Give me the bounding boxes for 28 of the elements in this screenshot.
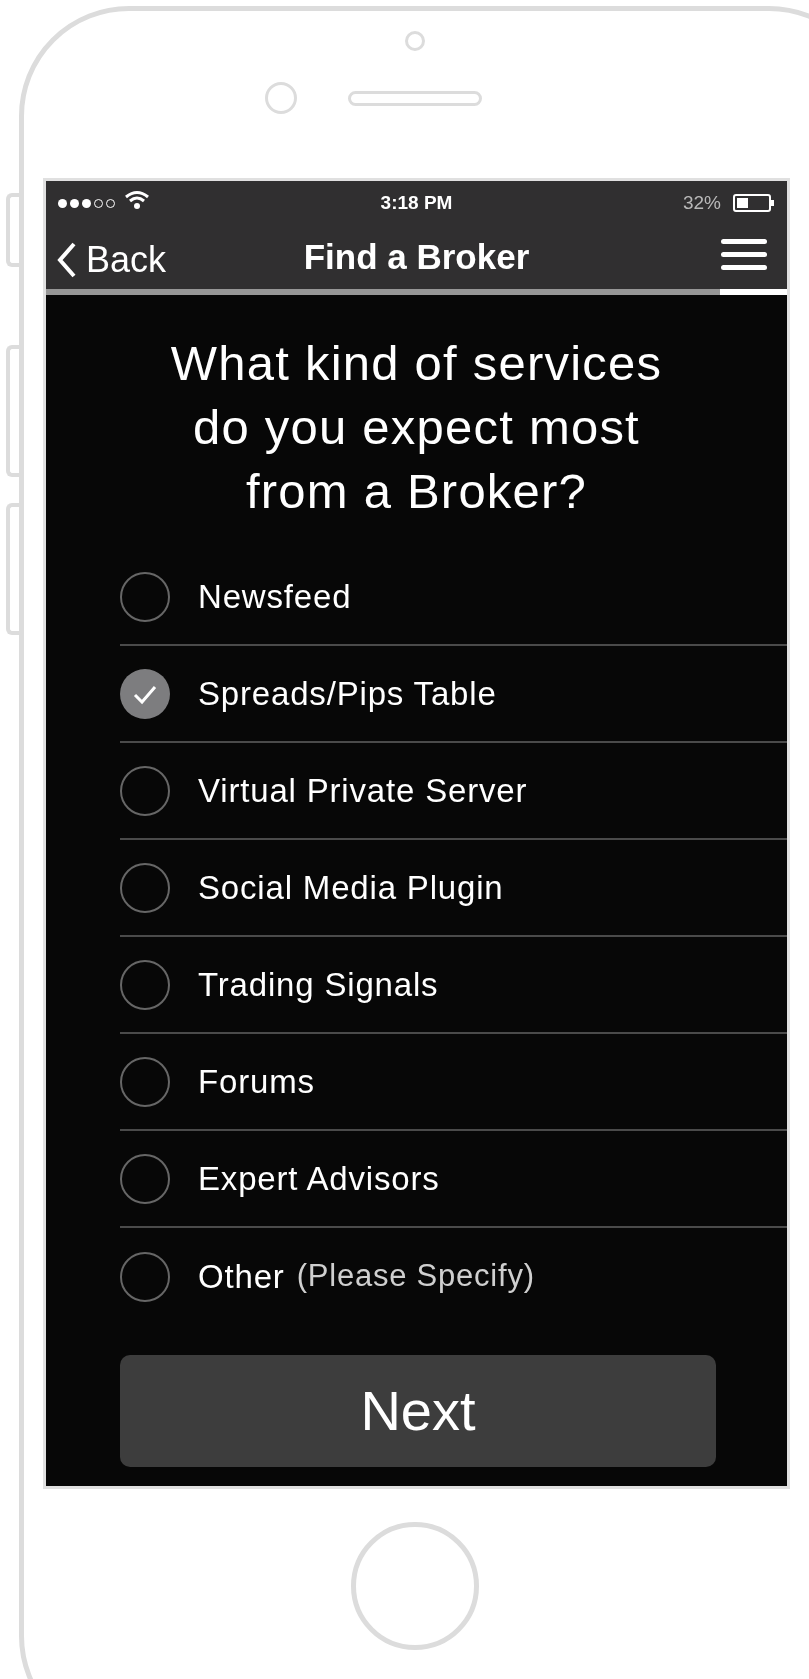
status-time: 3:18 PM — [379, 190, 454, 215]
next-button[interactable]: Next — [120, 1355, 716, 1467]
option-label[interactable]: Trading Signals — [198, 959, 439, 1010]
radio-checked[interactable] — [120, 668, 170, 719]
radio-unchecked[interactable] — [120, 571, 170, 622]
back-button[interactable]: Back — [56, 233, 167, 287]
radio-unchecked[interactable] — [120, 862, 170, 913]
option-label[interactable]: Social Media Plugin — [198, 862, 504, 913]
option-label[interactable]: Forums — [198, 1056, 315, 1107]
radio-unchecked[interactable] — [120, 1251, 170, 1302]
wifi-icon — [124, 190, 150, 210]
radio-unchecked[interactable] — [120, 959, 170, 1010]
radio-unchecked[interactable] — [120, 1056, 170, 1107]
battery-icon — [733, 193, 775, 213]
option-label[interactable]: Other — [198, 1251, 285, 1302]
question-heading: What kind of services do you expect most from a Broker? — [169, 335, 664, 520]
option-label[interactable]: Expert Advisors — [198, 1153, 440, 1204]
radio-unchecked[interactable] — [120, 765, 170, 816]
option-note: (Please Specify) — [296, 1257, 535, 1296]
menu-icon[interactable] — [721, 237, 767, 273]
option-label[interactable]: Spreads/Pips Table — [198, 668, 497, 719]
screen-title: Find a Broker — [303, 235, 530, 278]
radio-unchecked[interactable] — [120, 1153, 170, 1204]
option-label[interactable]: Newsfeed — [198, 571, 352, 622]
option-label[interactable]: Virtual Private Server — [198, 765, 528, 816]
chevron-left-icon — [56, 241, 78, 279]
battery-percent: 32% — [682, 190, 721, 215]
front-camera — [265, 82, 297, 114]
